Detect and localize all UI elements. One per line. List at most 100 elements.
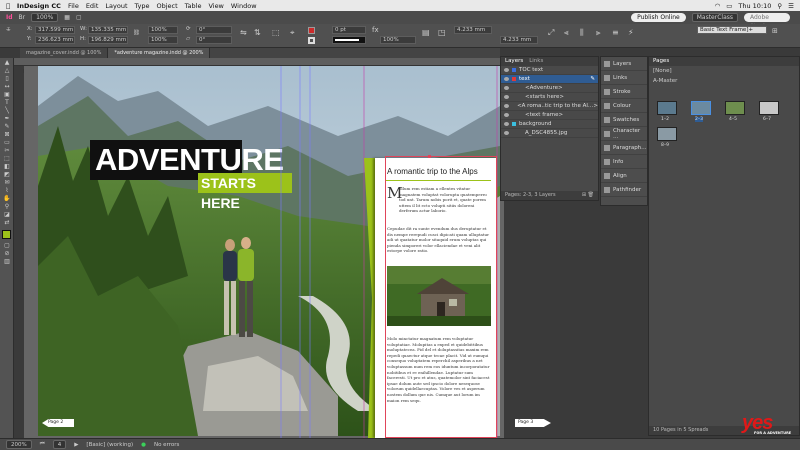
frame-handle-top[interactable] xyxy=(428,155,431,158)
swap-fill-stroke-icon[interactable]: ⇄ xyxy=(2,220,12,226)
type-tool-icon[interactable]: T xyxy=(2,100,12,106)
formatting-container-icon[interactable]: ▢ xyxy=(2,243,12,249)
gap-tool-icon[interactable]: ↔ xyxy=(2,84,12,90)
height-field[interactable]: 196.829 mm xyxy=(88,36,128,44)
wifi-icon[interactable]: ◠ xyxy=(715,2,721,10)
menu-file[interactable]: File xyxy=(68,2,79,10)
none-master[interactable]: [None] xyxy=(649,66,799,76)
layer-row[interactable]: TOC text xyxy=(501,66,598,75)
select-content-icon[interactable]: ⌖ xyxy=(290,28,295,38)
preflight-status[interactable]: No errors xyxy=(154,442,179,448)
horizontal-ruler[interactable] xyxy=(14,58,504,73)
reference-point-icon[interactable]: ⁜ xyxy=(6,27,11,33)
workspace-select[interactable]: MasterClass xyxy=(691,13,738,22)
tab-links[interactable]: Links xyxy=(529,57,543,66)
scale-y-field[interactable]: 100% xyxy=(148,36,178,44)
panel-layers[interactable]: Layers xyxy=(601,57,647,71)
select-container-icon[interactable]: ⬚ xyxy=(272,28,280,37)
layer-row[interactable]: <starts here> xyxy=(501,93,598,102)
x-field[interactable]: 317.599 mm xyxy=(35,26,75,34)
visibility-eye-icon[interactable] xyxy=(504,131,509,135)
constrain-link-icon[interactable]: ⛓ xyxy=(133,30,140,36)
menu-type[interactable]: Type xyxy=(135,2,150,10)
page-thumbnail[interactable] xyxy=(657,101,677,115)
visibility-eye-icon[interactable] xyxy=(504,68,509,72)
gradient-feather-icon[interactable]: ◩ xyxy=(2,172,12,178)
app-menu[interactable]: InDesign CC xyxy=(17,2,61,10)
panel-links[interactable]: Links xyxy=(601,71,647,85)
gradient-tool-icon[interactable]: ◧ xyxy=(2,164,12,170)
corner-options-icon[interactable]: ◳ xyxy=(438,28,446,37)
tab-magazine-cover[interactable]: magazine_cover.indd @ 100% xyxy=(20,48,109,58)
gutter-field[interactable]: 4.233 mm xyxy=(454,26,492,34)
battery-icon[interactable]: ▭ xyxy=(726,2,732,10)
zoom-select[interactable]: 100% xyxy=(31,13,59,22)
visibility-eye-icon[interactable] xyxy=(504,95,509,99)
menu-view[interactable]: View xyxy=(208,2,223,10)
quick-apply-icon[interactable]: ⚡ xyxy=(628,28,634,37)
fill-swatch[interactable] xyxy=(308,27,315,34)
screen-mode-icon[interactable]: ▢ xyxy=(76,14,82,21)
new-layer-icon[interactable]: ⊞ 🗑 xyxy=(582,191,598,200)
page-tool-icon[interactable]: ▯ xyxy=(2,76,12,82)
tab-pages[interactable]: Pages xyxy=(653,57,669,66)
align-left-icon[interactable]: ⫷ xyxy=(564,28,569,38)
flip-vertical-icon[interactable]: ⇅ xyxy=(254,28,261,37)
width-field[interactable]: 135.335 mm xyxy=(88,26,128,34)
menu-list-icon[interactable]: ☰ xyxy=(788,2,794,10)
page-thumbnail[interactable] xyxy=(657,127,677,141)
style-options-icon[interactable]: ⊞ xyxy=(772,27,778,35)
direct-selection-tool-icon[interactable]: △ xyxy=(2,68,12,74)
note-tool-icon[interactable]: ✉ xyxy=(2,180,12,186)
layer-row[interactable]: <Adventure> xyxy=(501,84,598,93)
panel-colour[interactable]: Colour xyxy=(601,99,647,113)
content-collector-icon[interactable]: ▣ xyxy=(2,92,12,98)
visibility-eye-icon[interactable] xyxy=(504,113,509,117)
spotlight-icon[interactable]: ⚲ xyxy=(777,2,782,10)
page-thumbnail[interactable] xyxy=(725,101,745,115)
screen-mode-tool-icon[interactable]: ▥ xyxy=(2,259,12,265)
pen-tool-icon[interactable]: ✒ xyxy=(2,116,12,122)
panel-align[interactable]: Align xyxy=(601,169,647,183)
visibility-eye-icon[interactable] xyxy=(504,122,509,126)
zoom-tool-icon[interactable]: ⚲ xyxy=(2,204,12,210)
scale-x-field[interactable]: 100% xyxy=(148,26,178,34)
layer-row[interactable]: background xyxy=(501,120,598,129)
object-style-select[interactable]: Basic Text Frame]+ xyxy=(697,26,767,34)
align-center-icon[interactable]: ⫼ xyxy=(580,28,584,38)
layer-row[interactable]: text ✎ xyxy=(501,75,598,84)
panel-pathfinder[interactable]: Pathfinder xyxy=(601,183,647,197)
menu-object[interactable]: Object xyxy=(156,2,177,10)
free-transform-tool-icon[interactable]: ⬚ xyxy=(2,156,12,162)
hand-tool-icon[interactable]: ✋ xyxy=(2,196,12,202)
preflight-profile[interactable]: [Basic] (working) xyxy=(86,442,133,448)
pen-lock-icon[interactable]: ✎ xyxy=(590,75,598,83)
layer-row[interactable]: A_DSC4855.jpg xyxy=(501,129,598,138)
eyedropper-tool-icon[interactable]: ⌇ xyxy=(2,188,12,194)
stroke-type-select[interactable] xyxy=(332,36,366,44)
tab-adventure-magazine[interactable]: *adventure magazine.indd @ 200% xyxy=(108,48,211,58)
rectangle-tool-icon[interactable]: ▭ xyxy=(2,140,12,146)
panel-character[interactable]: Character … xyxy=(601,127,647,141)
page-thumbnail[interactable] xyxy=(759,101,779,115)
panel-paragraph[interactable]: Paragraph… xyxy=(601,141,647,155)
line-tool-icon[interactable]: ╲ xyxy=(2,108,12,114)
rectangle-frame-tool-icon[interactable]: ⊠ xyxy=(2,132,12,138)
flip-horizontal-icon[interactable]: ⇋ xyxy=(240,28,247,37)
stroke-weight-field[interactable]: 0 pt xyxy=(332,26,366,34)
fill-box-icon[interactable] xyxy=(2,230,11,239)
menu-table[interactable]: Table xyxy=(185,2,202,10)
rotate-field[interactable]: 0° xyxy=(196,26,232,34)
panel-info[interactable]: Info xyxy=(601,155,647,169)
default-fill-stroke-icon[interactable]: ◪ xyxy=(2,212,12,218)
menu-window[interactable]: Window xyxy=(231,2,257,10)
view-options-icon[interactable]: ▦ xyxy=(64,14,70,21)
layer-row[interactable]: <text frame> xyxy=(501,111,598,120)
tab-layers[interactable]: Layers xyxy=(505,57,523,66)
layer-row[interactable]: <A roma..tic trip to the Al…> xyxy=(501,102,598,111)
distribute-icon[interactable]: ≡ xyxy=(612,28,619,37)
stock-search-input[interactable]: Adobe Stock xyxy=(744,13,790,30)
a-master[interactable]: A-Master xyxy=(649,76,799,86)
visibility-eye-icon[interactable] xyxy=(504,77,509,81)
y-field[interactable]: 236.623 mm xyxy=(35,36,75,44)
